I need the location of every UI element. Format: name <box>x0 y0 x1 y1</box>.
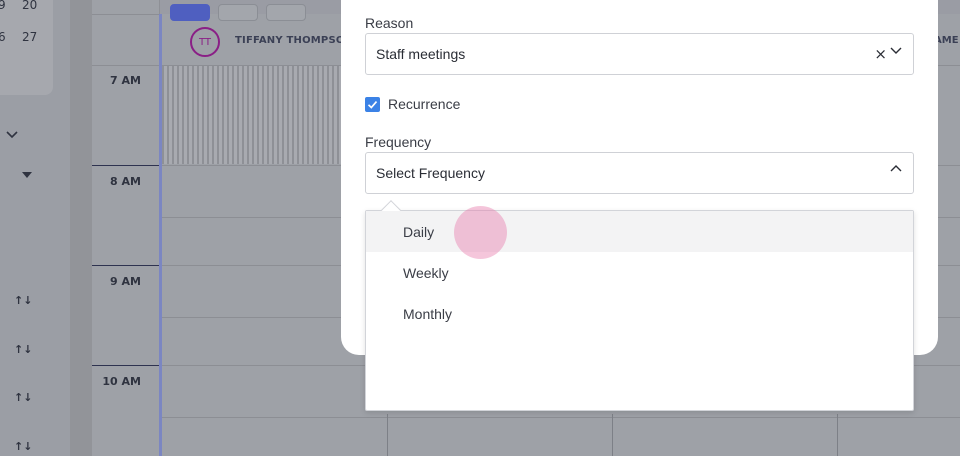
time-label: 8 AM <box>110 175 141 188</box>
time-label: 9 AM <box>110 275 141 288</box>
blocked-time-slot[interactable] <box>162 66 342 164</box>
recurrence-checkbox[interactable] <box>365 97 380 112</box>
click-ripple <box>454 206 507 259</box>
option-label: Weekly <box>403 265 449 281</box>
chevron-down-icon[interactable] <box>889 42 903 56</box>
grid-column-line <box>387 414 388 456</box>
clear-icon[interactable]: × <box>874 45 887 63</box>
recurrence-label[interactable]: Recurrence <box>388 96 460 112</box>
check-icon <box>367 101 378 109</box>
grid-line <box>162 417 960 418</box>
caret-down-icon[interactable] <box>22 172 32 178</box>
reason-value: Staff meetings <box>376 46 466 62</box>
provider-name: TIFFANY THOMPSO <box>235 35 345 46</box>
sort-icon[interactable]: ↑↓ <box>14 440 32 453</box>
sort-icon[interactable]: ↑↓ <box>14 294 32 307</box>
chevron-down-icon[interactable] <box>6 128 18 142</box>
divider <box>70 0 92 456</box>
time-label: 7 AM <box>110 74 141 87</box>
sort-icon[interactable]: ↑↓ <box>14 391 32 404</box>
time-column-header <box>92 14 160 66</box>
reason-select[interactable]: Staff meetings × <box>365 33 914 75</box>
frequency-dropdown: Daily Weekly Monthly <box>365 200 914 411</box>
frequency-label: Frequency <box>365 134 432 150</box>
calendar-day[interactable]: 27 <box>22 30 37 44</box>
option-daily[interactable]: Daily <box>366 211 913 252</box>
mini-calendar: 9 20 6 27 <box>0 0 53 95</box>
hour-line <box>92 265 160 266</box>
grid-column-line <box>837 414 838 456</box>
hour-line <box>92 365 160 366</box>
sidebar: 9 20 6 27 ↑↓ ↑↓ ↑↓ ↑↓ <box>0 0 70 456</box>
chevron-up-icon[interactable] <box>889 161 903 175</box>
time-label: 10 AM <box>102 375 141 388</box>
hour-line <box>92 165 160 166</box>
reason-label: Reason <box>365 15 414 31</box>
calendar-day[interactable]: 20 <box>22 0 37 12</box>
option-label: Daily <box>403 224 435 240</box>
grid-column-line <box>612 414 613 456</box>
option-weekly[interactable]: Weekly <box>366 252 913 293</box>
time-column: 7 AM 8 AM 9 AM 10 AM <box>92 0 160 456</box>
frequency-select[interactable]: Select Frequency <box>365 152 914 194</box>
option-monthly[interactable]: Monthly <box>366 293 913 334</box>
calendar-day[interactable]: 6 <box>0 30 6 44</box>
frequency-placeholder: Select Frequency <box>376 165 485 181</box>
option-label: Monthly <box>403 306 453 322</box>
calendar-day[interactable]: 9 <box>0 0 6 12</box>
sort-icon[interactable]: ↑↓ <box>14 343 32 356</box>
avatar: TT <box>190 27 220 57</box>
